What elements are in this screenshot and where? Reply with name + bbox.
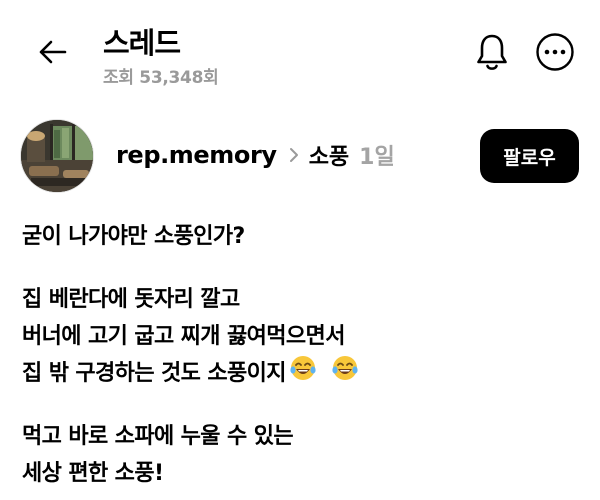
post-line: 먹고 바로 소파에 누울 수 있는: [22, 424, 294, 449]
post-line: 집 베란다에 돗자리 깔고: [22, 287, 240, 312]
view-count: 조회 53,348회: [103, 68, 219, 88]
author-username[interactable]: rep.memory: [116, 141, 277, 169]
topic-tag[interactable]: 소풍: [309, 139, 349, 171]
post-line: 굳이 나가야만 소풍인가?: [22, 224, 245, 249]
post-age: 1일: [359, 145, 395, 170]
post-line: 버너에 고기 굽고 찌개 끓여먹으면서: [22, 324, 345, 349]
face-with-tears-of-joy-icon: [290, 355, 316, 387]
follow-button[interactable]: 팔로우: [480, 129, 579, 183]
chevron-right-icon: [289, 147, 299, 163]
post-line-with-emoji: 집 밖 구경하는 것도 소풍이지: [22, 355, 358, 387]
arrow-left-icon: [37, 39, 67, 69]
more-horizontal-icon: [535, 32, 575, 76]
page-title: 스레드: [103, 26, 181, 60]
more-options-button[interactable]: [532, 31, 578, 77]
author-avatar[interactable]: [20, 119, 94, 193]
face-with-tears-of-joy-icon: [332, 355, 358, 387]
post-line: 세상 편한 소풍!: [22, 461, 164, 486]
avatar-photo: [21, 120, 93, 192]
bell-icon: [475, 32, 509, 76]
post-line-text: 집 밖 구경하는 것도 소풍이지: [22, 361, 287, 386]
notification-button[interactable]: [469, 31, 515, 77]
back-button[interactable]: [30, 32, 74, 76]
author-row: rep.memory 소풍 1일: [116, 139, 395, 171]
